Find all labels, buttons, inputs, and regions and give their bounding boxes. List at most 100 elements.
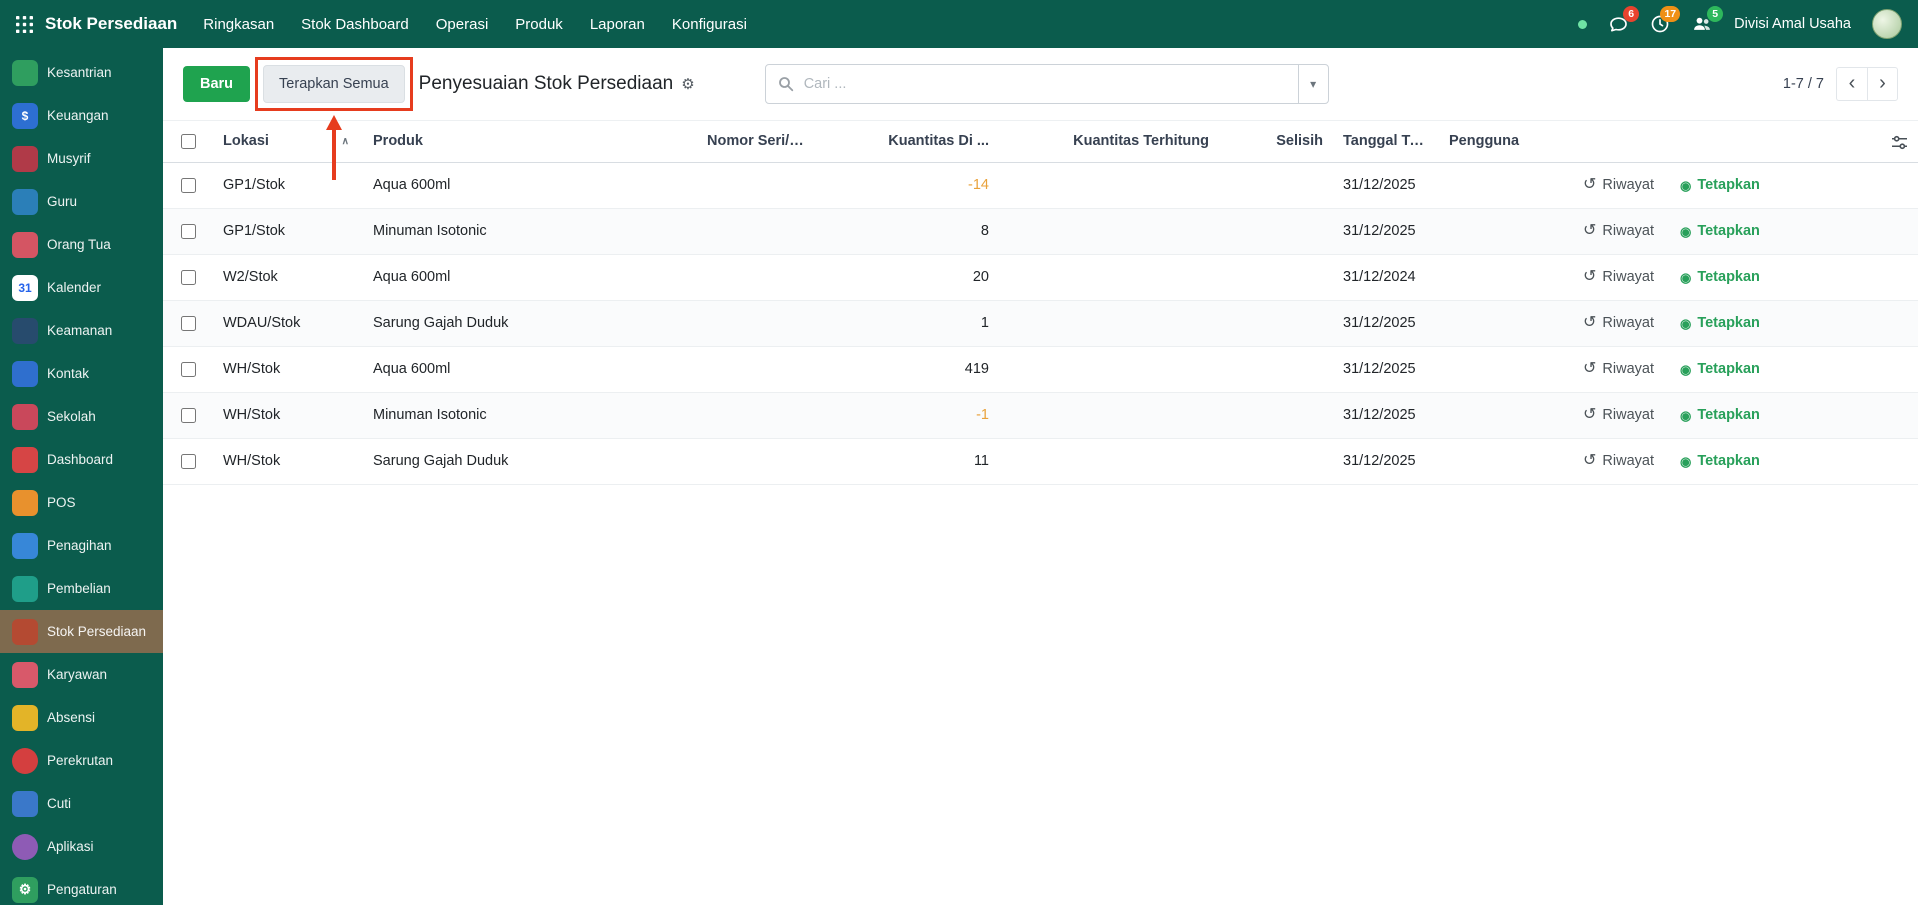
pager-previous-button[interactable]: ‹ bbox=[1836, 67, 1867, 101]
sidebar-item-label: Perekrutan bbox=[47, 753, 113, 768]
sidebar-item-kesantrian[interactable]: Kesantrian bbox=[0, 51, 163, 94]
sidebar-item-pengaturan[interactable]: ⚙Pengaturan bbox=[0, 868, 163, 905]
company-name[interactable]: Divisi Amal Usaha bbox=[1734, 16, 1851, 32]
perekrutan-icon bbox=[12, 748, 38, 774]
sidebar-item-penagihan[interactable]: Penagihan bbox=[0, 524, 163, 567]
user-avatar[interactable] bbox=[1872, 9, 1902, 39]
sidebar-item-orang-tua[interactable]: Orang Tua bbox=[0, 223, 163, 266]
sidebar-item-label: Karyawan bbox=[47, 667, 107, 682]
table-row[interactable]: GP1/Stok Minuman Isotonic 8 31/12/2025 ↺… bbox=[163, 208, 1918, 254]
contacts-icon[interactable]: 5 bbox=[1691, 14, 1713, 34]
apply-button[interactable]: ◉Tetapkan bbox=[1680, 453, 1760, 469]
cell-nomor-seri bbox=[697, 208, 819, 254]
history-button[interactable]: ↺Riwayat bbox=[1583, 269, 1654, 285]
action-gear-icon[interactable]: ⚙ bbox=[681, 75, 694, 93]
cell-pengguna bbox=[1439, 346, 1559, 392]
pengaturan-gear-icon: ⚙ bbox=[12, 877, 38, 903]
cell-lokasi: WH/Stok bbox=[213, 392, 363, 438]
row-checkbox[interactable] bbox=[181, 362, 196, 377]
row-checkbox[interactable] bbox=[181, 316, 196, 331]
table-row[interactable]: WH/Stok Sarung Gajah Duduk 11 31/12/2025… bbox=[163, 438, 1918, 484]
apply-icon: ◉ bbox=[1680, 179, 1691, 192]
apply-icon: ◉ bbox=[1680, 455, 1691, 468]
history-button[interactable]: ↺Riwayat bbox=[1583, 177, 1654, 193]
column-settings-icon[interactable] bbox=[1891, 135, 1908, 150]
column-header-lokasi[interactable]: Lokasi ∧ bbox=[213, 121, 363, 162]
table-row[interactable]: W2/Stok Aqua 600ml 20 31/12/2024 ↺Riwaya… bbox=[163, 254, 1918, 300]
apply-button[interactable]: ◉Tetapkan bbox=[1680, 407, 1760, 423]
table-row[interactable]: WH/Stok Minuman Isotonic -1 31/12/2025 ↺… bbox=[163, 392, 1918, 438]
apply-button[interactable]: ◉Tetapkan bbox=[1680, 223, 1760, 239]
history-button[interactable]: ↺Riwayat bbox=[1583, 453, 1654, 469]
sidebar-item-guru[interactable]: Guru bbox=[0, 180, 163, 223]
column-header-pengguna[interactable]: Pengguna bbox=[1439, 121, 1559, 162]
sidebar-item-absensi[interactable]: Absensi bbox=[0, 696, 163, 739]
column-header-nomor-seri[interactable]: Nomor Seri/Lot bbox=[697, 121, 819, 162]
sidebar-item-cuti[interactable]: Cuti bbox=[0, 782, 163, 825]
column-header-tanggal[interactable]: Tanggal Te... bbox=[1333, 121, 1439, 162]
sidebar-item-kalender[interactable]: 31Kalender bbox=[0, 266, 163, 309]
apply-button[interactable]: ◉Tetapkan bbox=[1680, 177, 1760, 193]
menu-operasi[interactable]: Operasi bbox=[436, 16, 489, 33]
search-dropdown-toggle[interactable]: ▾ bbox=[1298, 65, 1328, 103]
row-checkbox[interactable] bbox=[181, 454, 196, 469]
column-header-actions bbox=[1559, 121, 1829, 162]
column-header-produk[interactable]: Produk bbox=[363, 121, 697, 162]
sidebar-item-aplikasi[interactable]: Aplikasi bbox=[0, 825, 163, 868]
history-button[interactable]: ↺Riwayat bbox=[1583, 361, 1654, 377]
new-button[interactable]: Baru bbox=[183, 66, 250, 102]
kesantrian-icon bbox=[12, 60, 38, 86]
row-checkbox[interactable] bbox=[181, 178, 196, 193]
cell-kuantitas-di: 11 bbox=[819, 438, 999, 484]
column-header-kuantitas-di[interactable]: Kuantitas Di ... bbox=[819, 121, 999, 162]
menu-stok-dashboard[interactable]: Stok Dashboard bbox=[301, 16, 409, 33]
search-input[interactable] bbox=[802, 75, 1298, 93]
apply-all-button[interactable]: Terapkan Semua bbox=[263, 65, 405, 103]
sidebar-item-perekrutan[interactable]: Perekrutan bbox=[0, 739, 163, 782]
cell-kuantitas-terhitung bbox=[999, 254, 1219, 300]
sidebar-item-stok-persediaan[interactable]: Stok Persediaan bbox=[0, 610, 163, 653]
table-row[interactable]: WDAU/Stok Sarung Gajah Duduk 1 31/12/202… bbox=[163, 300, 1918, 346]
cell-kuantitas-di: -1 bbox=[819, 392, 999, 438]
sidebar-item-pembelian[interactable]: Pembelian bbox=[0, 567, 163, 610]
sidebar-item-kontak[interactable]: Kontak bbox=[0, 352, 163, 395]
sidebar-item-pos[interactable]: POS bbox=[0, 481, 163, 524]
topbar: Stok Persediaan Ringkasan Stok Dashboard… bbox=[0, 0, 1918, 48]
sidebar-item-sekolah[interactable]: Sekolah bbox=[0, 395, 163, 438]
sidebar-item-dashboard[interactable]: Dashboard bbox=[0, 438, 163, 481]
menu-ringkasan[interactable]: Ringkasan bbox=[203, 16, 274, 33]
cell-lokasi: WH/Stok bbox=[213, 438, 363, 484]
activities-badge: 17 bbox=[1660, 6, 1680, 22]
history-button[interactable]: ↺Riwayat bbox=[1583, 315, 1654, 331]
cell-nomor-seri bbox=[697, 162, 819, 208]
menu-laporan[interactable]: Laporan bbox=[590, 16, 645, 33]
inventory-adjustment-table: Lokasi ∧ Produk Nomor Seri/Lot Kuantitas… bbox=[163, 121, 1918, 485]
sidebar-item-keamanan[interactable]: Keamanan bbox=[0, 309, 163, 352]
row-checkbox[interactable] bbox=[181, 270, 196, 285]
table-row[interactable]: GP1/Stok Aqua 600ml -14 31/12/2025 ↺Riwa… bbox=[163, 162, 1918, 208]
table-row[interactable]: WH/Stok Aqua 600ml 419 31/12/2025 ↺Riway… bbox=[163, 346, 1918, 392]
cell-tanggal: 31/12/2025 bbox=[1333, 208, 1439, 254]
sidebar-item-karyawan[interactable]: Karyawan bbox=[0, 653, 163, 696]
sidebar-item-musyrif[interactable]: Musyrif bbox=[0, 137, 163, 180]
pager-next-button[interactable]: › bbox=[1867, 67, 1898, 101]
apply-button[interactable]: ◉Tetapkan bbox=[1680, 361, 1760, 377]
sidebar-item-keuangan[interactable]: $Keuangan bbox=[0, 94, 163, 137]
row-checkbox[interactable] bbox=[181, 224, 196, 239]
menu-produk[interactable]: Produk bbox=[515, 16, 563, 33]
menu-konfigurasi[interactable]: Konfigurasi bbox=[672, 16, 747, 33]
messages-icon[interactable]: 6 bbox=[1608, 14, 1629, 34]
cell-kuantitas-terhitung bbox=[999, 346, 1219, 392]
select-all-checkbox[interactable] bbox=[181, 134, 196, 149]
column-header-selisih[interactable]: Selisih bbox=[1219, 121, 1333, 162]
row-checkbox[interactable] bbox=[181, 408, 196, 423]
history-button[interactable]: ↺Riwayat bbox=[1583, 407, 1654, 423]
apps-grid-icon[interactable] bbox=[16, 16, 33, 33]
column-header-kuantitas-terhitung[interactable]: Kuantitas Terhitung bbox=[999, 121, 1219, 162]
apply-button[interactable]: ◉Tetapkan bbox=[1680, 269, 1760, 285]
history-button[interactable]: ↺Riwayat bbox=[1583, 223, 1654, 239]
activities-icon[interactable]: 17 bbox=[1650, 14, 1670, 34]
app-name[interactable]: Stok Persediaan bbox=[45, 14, 177, 34]
apply-button[interactable]: ◉Tetapkan bbox=[1680, 315, 1760, 331]
cell-produk: Aqua 600ml bbox=[363, 162, 697, 208]
